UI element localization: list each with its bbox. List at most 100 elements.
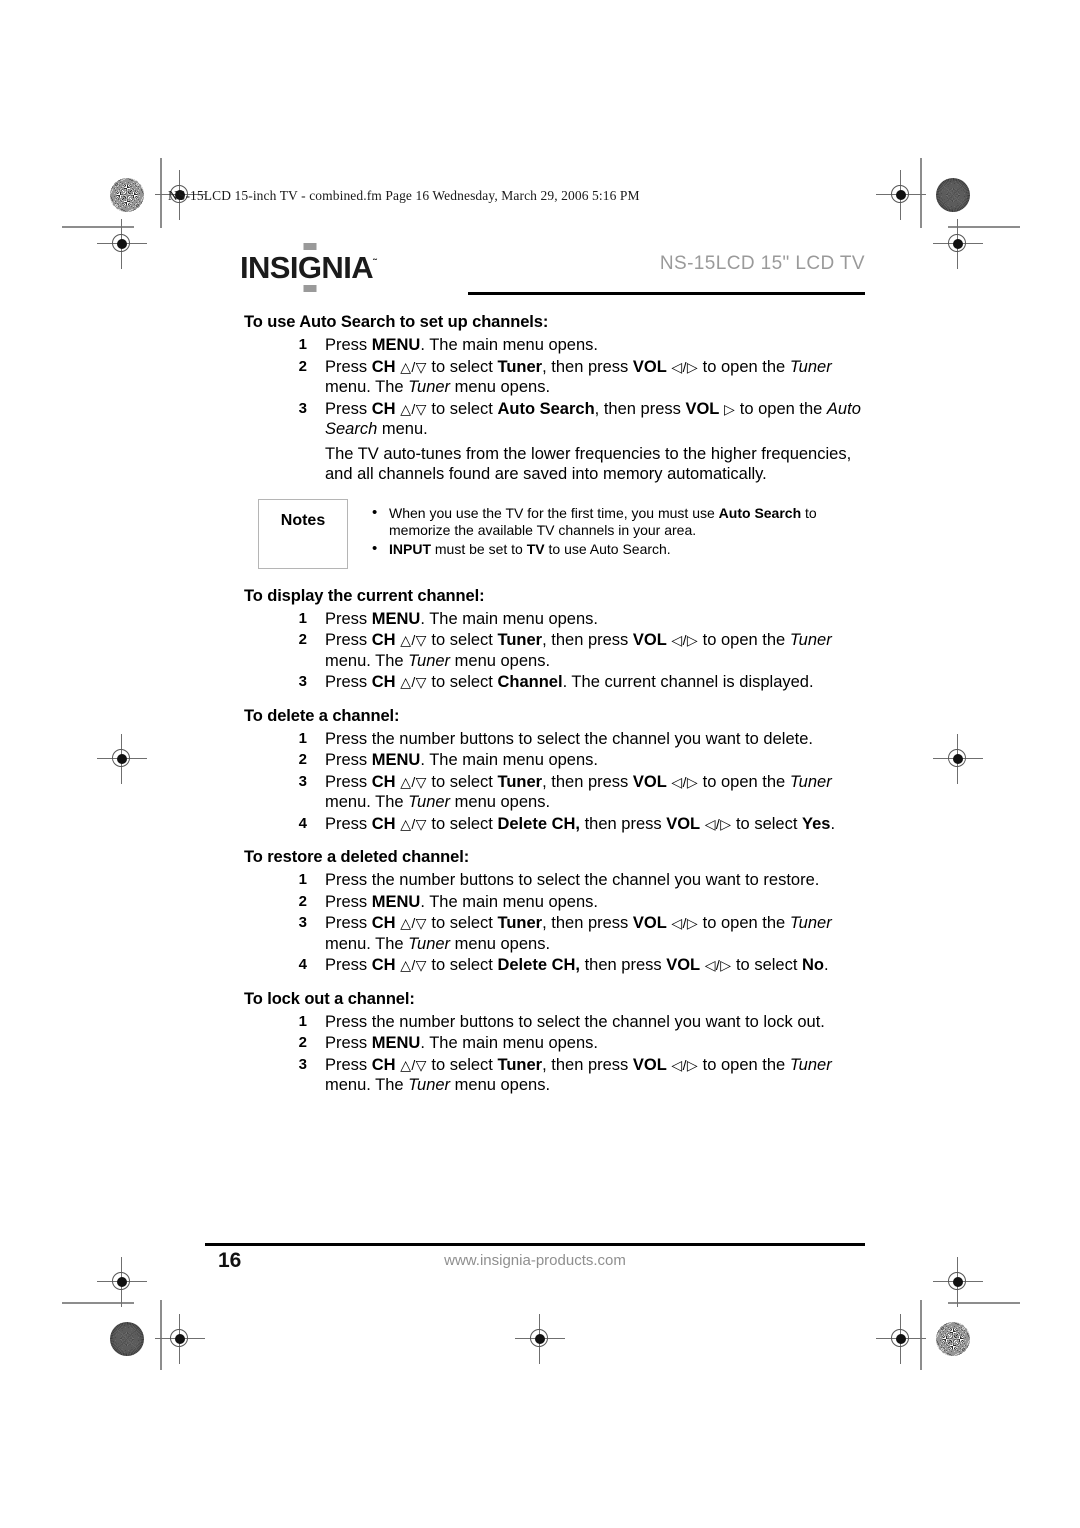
section-restore-channel: To restore a deleted channel: 1 Press th… [244, 848, 874, 976]
step-list-lock-channel: 1 Press the number buttons to select the… [244, 1012, 874, 1096]
step-text: Press CH △/▽ to select Delete CH, then p… [325, 814, 836, 833]
section-heading-lock-channel: To lock out a channel: [244, 989, 415, 1008]
logo-g-glyph: G [297, 250, 322, 285]
ch-updown-arrow-icon: △/▽ [400, 632, 427, 648]
step-item: 2 Press MENU. The main menu opens. [244, 892, 874, 913]
step-text: Press MENU. The main menu opens. [325, 751, 598, 769]
starburst-mark-bottom-right [936, 1322, 970, 1356]
step-number: 3 [298, 1055, 307, 1073]
section-heading-restore-channel: To restore a deleted channel: [244, 848, 470, 866]
vol-leftright-arrow-icon: ◁/▷ [671, 1056, 699, 1073]
step-item: 3 Press CH △/▽ to select Tuner, then pre… [244, 913, 874, 954]
step-item: 1 Press MENU. The main menu opens. [244, 609, 874, 630]
note-item: INPUT must be set to TV to use Auto Sear… [370, 540, 874, 559]
step-text: Press MENU. The main menu opens. [325, 336, 598, 354]
vol-leftright-arrow-icon: ◁/▷ [671, 632, 699, 648]
masthead-divider [468, 292, 865, 295]
step-item: 1 Press the number buttons to select the… [244, 729, 874, 750]
step-number: 2 [298, 1034, 307, 1051]
footer-url: www.insignia-products.com [444, 1252, 626, 1269]
step-number: 3 [298, 399, 307, 417]
step-item: 2 Press CH △/▽ to select Tuner, then pre… [244, 357, 874, 398]
step-number: 1 [298, 336, 307, 353]
logo-letter-g: G [297, 243, 322, 292]
logo-trademark-mark: ˜ [373, 257, 377, 270]
ch-updown-arrow-icon: △/▽ [400, 674, 427, 690]
step-item: 2 Press CH △/▽ to select Tuner, then pre… [244, 630, 874, 671]
section-lock-channel: To lock out a channel: 1 Press the numbe… [244, 990, 874, 1096]
step-number: 2 [298, 751, 307, 768]
crop-line-bottom-left-vertical [160, 1300, 162, 1370]
registration-target-upper-right [933, 219, 983, 269]
step-text: Press MENU. The main menu opens. [325, 1034, 598, 1052]
step-item: 3 Press CH △/▽ to select Tuner, then pre… [244, 772, 874, 813]
section-heading-delete-channel: To delete a channel: [244, 706, 400, 725]
step-list-delete-channel: 1 Press the number buttons to select the… [244, 729, 874, 835]
crop-line-bottom-left-horizontal [62, 1302, 134, 1304]
masthead: INSI G NIA˜ NS-15LCD 15" LCD TV [240, 243, 865, 296]
vol-leftright-arrow-icon: ◁/▷ [704, 815, 732, 832]
notes-label: Notes [280, 511, 326, 529]
step-item: 1 Press the number buttons to select the… [244, 870, 874, 891]
logo-g-bar-bottom-icon [303, 285, 317, 292]
crop-line-bottom-right-vertical [920, 1300, 922, 1370]
step-text: Press CH △/▽ to select Delete CH, then p… [325, 956, 829, 974]
registration-target-upper-left [97, 219, 147, 269]
step-list-restore-channel: 1 Press the number buttons to select the… [244, 870, 874, 976]
footer-divider [205, 1243, 865, 1246]
ch-updown-arrow-icon: △/▽ [400, 400, 427, 417]
section-display-channel: To display the current channel: 1 Press … [244, 587, 874, 693]
step-text: Press CH △/▽ to select Tuner, then press… [325, 914, 832, 953]
step-number: 1 [298, 871, 307, 888]
ch-updown-arrow-icon: △/▽ [400, 773, 427, 790]
section-auto-search: To use Auto Search to set up channels: 1… [244, 313, 874, 485]
crop-line-top-left-vertical [160, 158, 162, 228]
step-text: Press the number buttons to select the c… [325, 729, 813, 748]
step-item: 3 Press CH △/▽ to select Auto Search, th… [244, 399, 874, 440]
density-disc-mark-bottom-left [110, 1322, 144, 1356]
step-number: 1 [298, 1012, 307, 1030]
step-text: Press CH △/▽ to select Auto Search, then… [325, 399, 861, 439]
step-text: Press CH △/▽ to select Tuner, then press… [325, 357, 832, 397]
ch-updown-arrow-icon: △/▽ [400, 815, 427, 832]
step-number: 3 [298, 914, 307, 931]
step-text: Press CH △/▽ to select Tuner, then press… [325, 772, 832, 812]
step-item: 3 Press CH △/▽ to select Tuner, then pre… [244, 1055, 874, 1096]
step-number: 1 [298, 729, 307, 747]
step-text: Press MENU. The main menu opens. [325, 609, 598, 628]
step-text: Press CH △/▽ to select Tuner, then press… [325, 1055, 832, 1095]
step-number: 2 [298, 892, 307, 910]
step-item: 1 Press MENU. The main menu opens. [244, 335, 874, 356]
step-list-auto-search: 1 Press MENU. The main menu opens. 2 Pre… [244, 335, 874, 440]
step-item: 4 Press CH △/▽ to select Delete CH, then… [244, 814, 874, 835]
step-item: 4 Press CH △/▽ to select Delete CH, then… [244, 955, 874, 976]
section-heading-display-channel: To display the current channel: [244, 586, 485, 605]
vol-leftright-arrow-icon: ◁/▷ [704, 957, 732, 973]
step-text: Press CH △/▽ to select Tuner, then press… [325, 631, 832, 670]
ch-updown-arrow-icon: △/▽ [400, 957, 427, 973]
step-text: Press CH △/▽ to select Channel. The curr… [325, 673, 814, 691]
vol-leftright-arrow-icon: ◁/▷ [671, 915, 699, 931]
registration-target-middle-left [97, 734, 147, 784]
logo-text-part1: INSI [240, 250, 298, 285]
step-item: 2 Press MENU. The main menu opens. [244, 750, 874, 771]
crop-line-bottom-right-horizontal [948, 1302, 1020, 1304]
step-item: 1 Press the number buttons to select the… [244, 1012, 874, 1033]
registration-target-lower-right [933, 1257, 983, 1307]
step-number: 4 [298, 814, 307, 832]
step-number: 3 [298, 772, 307, 790]
step-number: 3 [298, 673, 307, 690]
step-number: 1 [298, 609, 307, 627]
step-number: 4 [298, 956, 307, 973]
registration-target-top-right [876, 170, 926, 220]
step-list-display-channel: 1 Press MENU. The main menu opens. 2 Pre… [244, 609, 874, 693]
step-text: Press the number buttons to select the c… [325, 871, 820, 889]
step-number: 2 [298, 357, 307, 375]
page-content: To use Auto Search to set up channels: 1… [244, 313, 874, 1110]
registration-target-bottom-left [155, 1314, 205, 1364]
section-heading-auto-search: To use Auto Search to set up channels: [244, 313, 549, 331]
registration-target-middle-right [933, 734, 983, 784]
step-item: 2 Press MENU. The main menu opens. [244, 1033, 874, 1054]
ch-updown-arrow-icon: △/▽ [400, 358, 427, 375]
registration-target-bottom-center [515, 1314, 565, 1364]
